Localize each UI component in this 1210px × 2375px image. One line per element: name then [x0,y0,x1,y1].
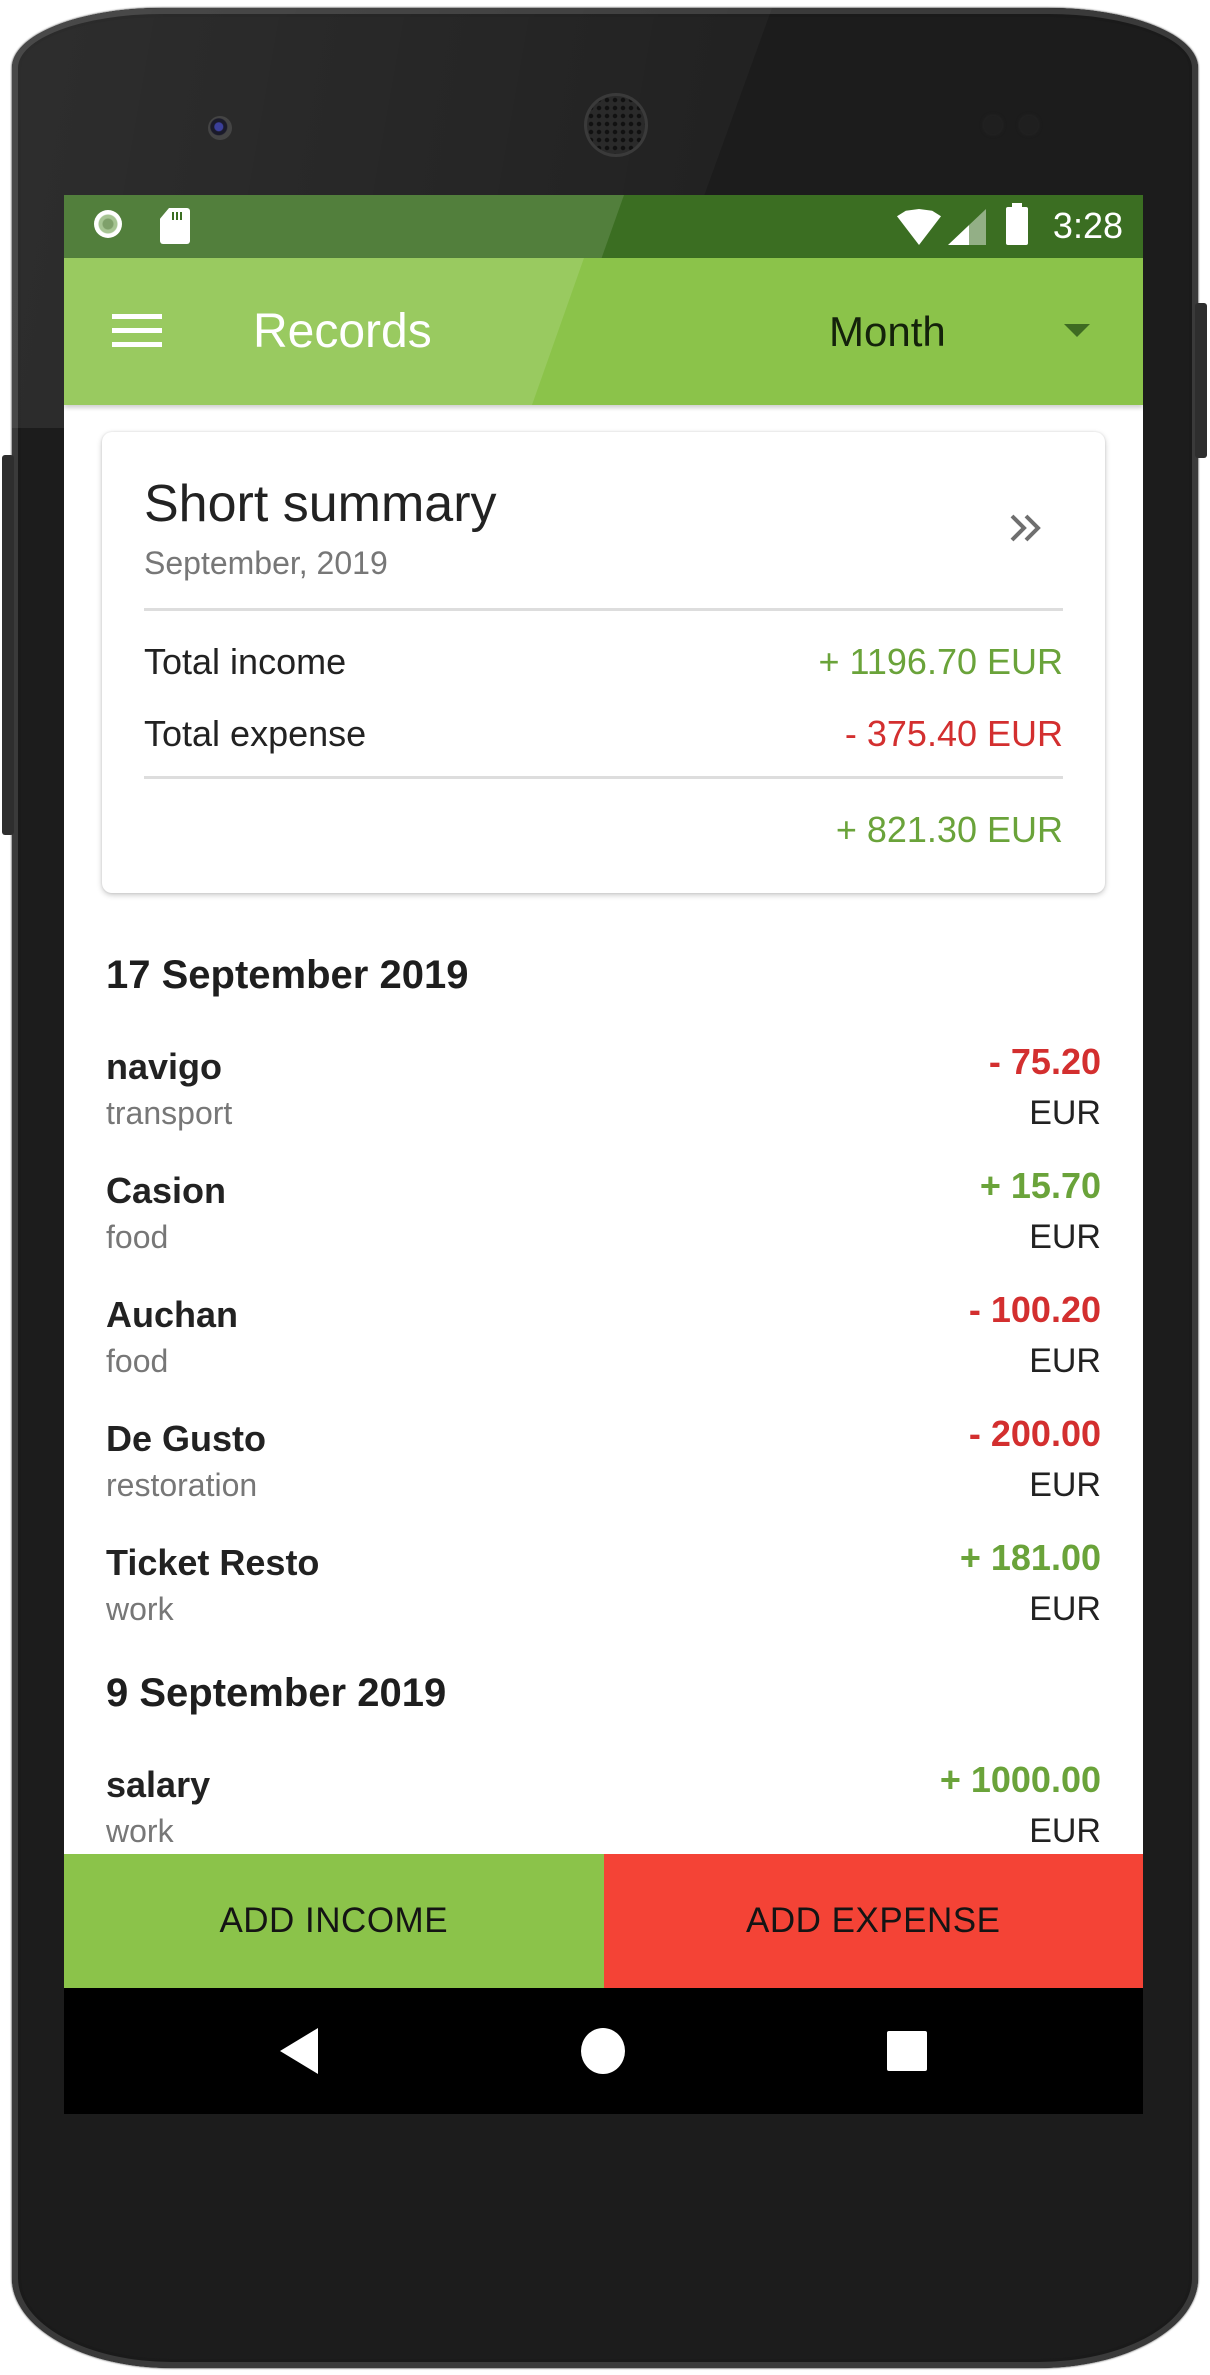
records-list[interactable]: Short summary September, 2019 Total inco… [64,405,1143,1854]
record-name: De Gusto [106,1418,267,1459]
action-buttons: ADD INCOME ADD EXPENSE [64,1854,1143,1988]
proximity-sensor [984,116,1002,134]
system-nav-bar [64,1988,1143,2114]
day-header: 17 September 2019 [106,953,469,997]
front-camera [208,116,232,140]
record-category: food [106,1343,169,1379]
cell-signal-icon [948,209,986,245]
record-amount: + 1000.00 [939,1759,1101,1800]
record-item[interactable]: De Gusto restoration - 200.00 EUR [64,1413,1143,1541]
page-title: Records [253,305,432,358]
record-category: work [106,1813,174,1849]
summary-period: September, 2019 [144,545,388,581]
wifi-icon [897,209,941,245]
balance-value: + 821.30 EUR [835,809,1063,850]
summary-card[interactable]: Short summary September, 2019 Total inco… [102,432,1105,893]
light-sensor [1020,116,1038,134]
record-amount: - 100.20 [968,1289,1101,1330]
recents-icon[interactable] [887,2031,927,2071]
record-category: transport [106,1095,233,1131]
battery-icon [1006,203,1028,245]
record-currency: EUR [1029,1094,1101,1132]
record-name: Ticket Resto [106,1542,320,1583]
record-item[interactable]: Casion food + 15.70 EUR [64,1165,1143,1293]
summary-title: Short summary [144,475,497,533]
volume-button [2,455,14,835]
summary-divider [144,608,1063,611]
total-expense-label: Total expense [144,713,367,754]
screen-record-icon [94,210,122,238]
add-income-button[interactable]: ADD INCOME [64,1854,604,1988]
status-bar: 3:28 [64,195,1143,258]
power-button [1195,303,1207,458]
record-category: food [106,1219,169,1255]
record-amount: + 181.00 [959,1537,1101,1578]
earpiece-speaker [587,96,645,154]
record-currency: EUR [1029,1812,1101,1850]
period-dropdown[interactable]: Month [824,296,1124,368]
record-currency: EUR [1029,1466,1101,1504]
record-currency: EUR [1029,1342,1101,1380]
record-item[interactable]: Auchan food - 100.20 EUR [64,1289,1143,1417]
status-bar-glare [64,195,624,258]
total-income-label: Total income [144,641,347,682]
home-icon[interactable] [581,2028,625,2074]
status-clock: 3:28 [1052,205,1123,246]
record-amount: - 75.20 [988,1041,1101,1082]
record-category: restoration [106,1467,258,1503]
period-selected-label: Month [829,308,946,355]
device-screen: 3:28 Records Month Short summary Septemb… [64,195,1143,2114]
hamburger-menu-icon[interactable] [112,314,162,348]
record-amount: - 200.00 [968,1413,1101,1454]
record-name: salary [106,1764,211,1805]
day-header: 9 September 2019 [106,1671,447,1715]
caret-down-icon [1064,324,1090,337]
record-item[interactable]: Ticket Resto work + 181.00 EUR [64,1537,1143,1665]
app-toolbar: Records Month [64,258,1143,405]
record-name: Casion [106,1170,227,1211]
back-icon[interactable] [280,2028,318,2074]
record-amount: + 15.70 [979,1165,1101,1206]
record-name: Auchan [106,1294,239,1335]
summary-divider [144,776,1063,779]
add-expense-button[interactable]: ADD EXPENSE [603,1854,1143,1988]
double-chevron-right-icon[interactable] [1004,506,1048,550]
total-income-value: + 1196.70 EUR [818,641,1064,682]
record-name: navigo [106,1046,223,1087]
record-item[interactable]: navigo transport - 75.20 EUR [64,1041,1143,1169]
total-expense-value: - 375.40 EUR [844,713,1063,754]
record-currency: EUR [1029,1218,1101,1256]
record-currency: EUR [1029,1590,1101,1628]
record-category: work [106,1591,174,1627]
